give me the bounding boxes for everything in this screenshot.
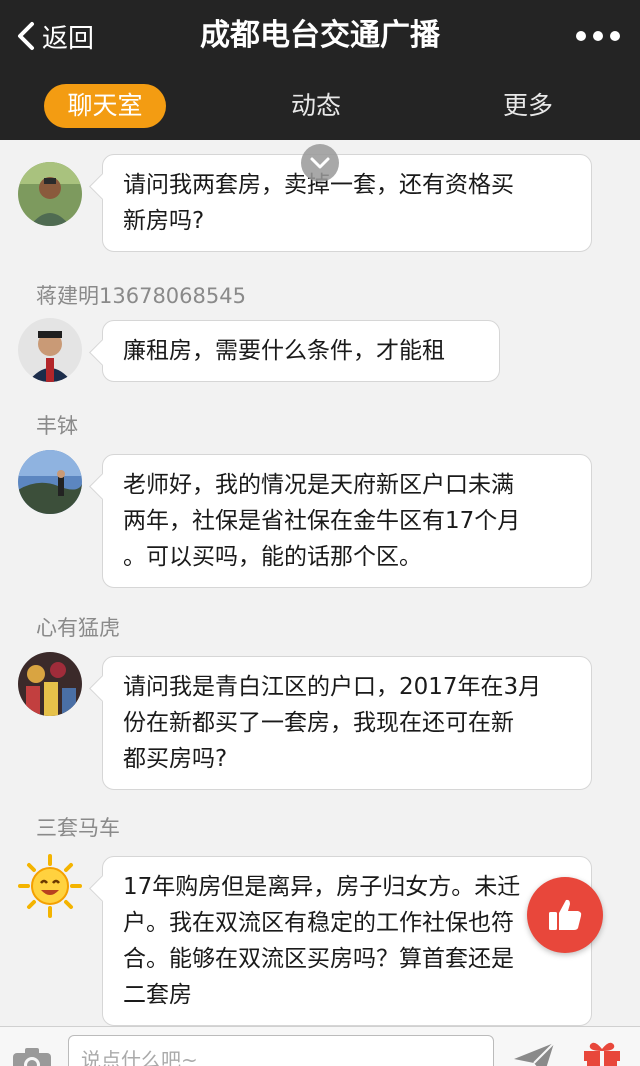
back-chevron-icon — [18, 22, 34, 50]
tab-bar: 聊天室 动态 更多 — [0, 72, 640, 140]
message-line: 户。我在双流区有稳定的工作社保也符 — [123, 910, 514, 936]
avatar[interactable] — [18, 652, 82, 716]
camera-icon[interactable] — [12, 1047, 52, 1066]
message-line: 份在新都买了一套房，我现在还可在新 — [123, 710, 514, 736]
tab-updates[interactable]: 动态 — [256, 84, 376, 128]
chevron-down-icon[interactable] — [301, 144, 339, 182]
message-line: 都买房吗? — [123, 746, 228, 772]
tab-more[interactable]: 更多 — [468, 84, 588, 128]
username: 心有猛虎 — [36, 616, 120, 640]
avatar[interactable] — [18, 318, 82, 382]
message-input[interactable] — [68, 1035, 494, 1066]
message-line: 请问我是青白江区的户口，2017年在3月 — [123, 674, 542, 700]
like-button[interactable] — [527, 877, 603, 953]
message-bubble: 老师好，我的情况是天府新区户口未满 两年，社保是省社保在金牛区有17个月 。可以… — [102, 454, 592, 588]
message-line: 17年购房但是离异，房子归女方。未迁 — [123, 874, 521, 900]
avatar[interactable] — [18, 854, 82, 918]
username: 丰钵 — [36, 414, 78, 438]
message-line: 合。能够在双流区买房吗？算首套还是 — [123, 946, 514, 972]
input-bar — [0, 1026, 640, 1066]
thumbs-up-icon — [549, 899, 582, 930]
tab-chatroom[interactable]: 聊天室 — [44, 84, 166, 128]
avatar[interactable] — [18, 450, 82, 514]
back-label: 返回 — [42, 23, 95, 54]
message-line: 二套房 — [123, 982, 192, 1008]
message-line: 廉租房，需要什么条件，才能租 — [123, 338, 445, 364]
top-bar: 返回 成都电台交通广播 — [0, 0, 640, 72]
more-dots-icon[interactable] — [576, 22, 620, 50]
back-button[interactable]: 返回 — [14, 16, 94, 56]
username: 三套马车 — [36, 816, 120, 840]
message-bubble: 17年购房但是离异，房子归女方。未迁 户。我在双流区有稳定的工作社保也符 合。能… — [102, 856, 592, 1026]
send-icon[interactable] — [512, 1041, 556, 1066]
message-bubble: 请问我是青白江区的户口，2017年在3月 份在新都买了一套房，我现在还可在新 都… — [102, 656, 592, 790]
message-line: 请问我两套房，卖掉一套，还有资格买 — [123, 172, 514, 198]
message-bubble: 廉租房，需要什么条件，才能租 — [102, 320, 500, 382]
username: 蒋建明13678068545 — [36, 284, 246, 308]
message-line: 两年，社保是省社保在金牛区有17个月 — [123, 508, 521, 534]
avatar[interactable] — [18, 162, 82, 226]
message-line: 。可以买吗，能的话那个区。 — [123, 544, 422, 570]
gift-icon[interactable] — [580, 1039, 624, 1066]
page-title: 成都电台交通广播 — [200, 18, 440, 53]
message-bubble: 请问我两套房，卖掉一套，还有资格买 新房吗? — [102, 154, 592, 252]
message-line: 老师好，我的情况是天府新区户口未满 — [123, 472, 514, 498]
message-line: 新房吗? — [123, 208, 205, 234]
